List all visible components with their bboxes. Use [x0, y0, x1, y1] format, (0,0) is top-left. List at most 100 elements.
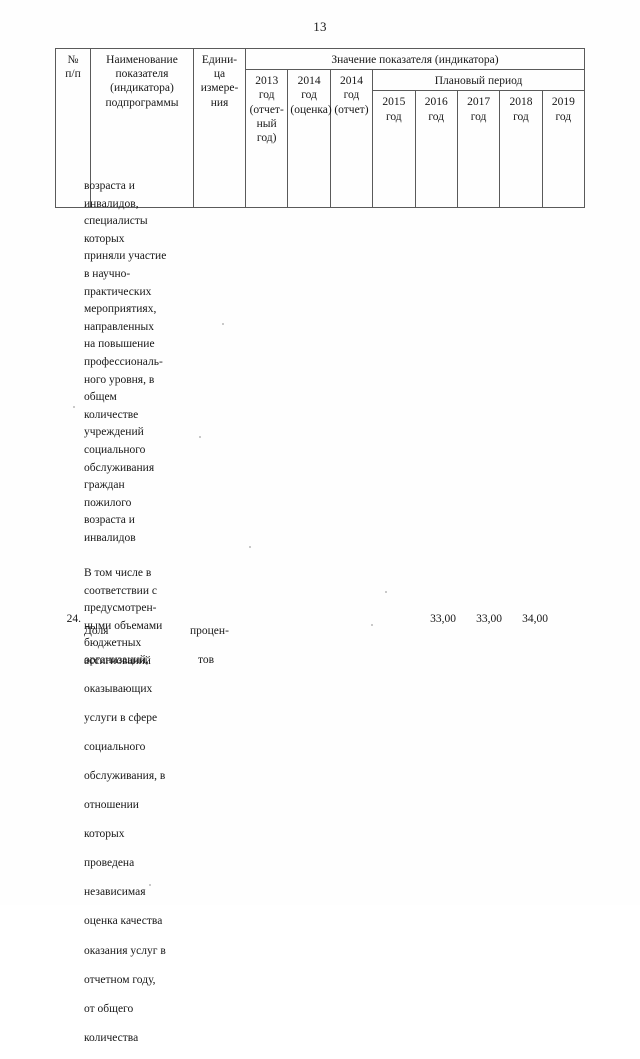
- row-name-line: которых: [84, 828, 125, 841]
- value-2018: 34,00: [522, 613, 548, 625]
- header-indicator-name-line3: (индикатора): [110, 82, 174, 95]
- header-2018-year: 2018: [509, 96, 533, 109]
- row-name-line: от общего: [84, 1002, 134, 1015]
- header-row-number-line2: п/п: [65, 68, 81, 81]
- header-cell-2019: 2019 год: [541, 90, 586, 209]
- continued-line: обслуживания: [84, 461, 155, 474]
- header-2014-rep-line2: год: [343, 89, 360, 102]
- scan-speck: [222, 323, 224, 325]
- row-name-line: организаций,: [84, 653, 149, 666]
- header-2015-suffix: год: [385, 110, 402, 123]
- continued-indicator-text: возраста и инвалидов, специалисты которы…: [84, 178, 180, 671]
- header-indicator-name-line1: Наименование: [106, 54, 178, 66]
- header-2013-line3: (отчет-: [249, 103, 284, 116]
- table-header-row-1: № п/п Наименование показателя (индикатор…: [55, 47, 585, 209]
- continued-line: инвалидов: [84, 531, 136, 544]
- header-2018-suffix: год: [513, 110, 529, 123]
- header-indicator-name-line2: показателя: [115, 68, 169, 81]
- row-name-line: отношении: [84, 799, 139, 812]
- header-2014-est-line1: 2014 год: [297, 75, 321, 102]
- header-indicator-name-line4: подпрограммы: [105, 96, 179, 109]
- table-row-unit: процен- тов: [190, 611, 242, 681]
- header-cell-2015: 2015 год: [372, 90, 416, 209]
- header-cell-2013: 2013 год (отчет- ный год): [244, 69, 289, 209]
- table-row-number: 24.: [66, 613, 81, 625]
- row-name-line: социального: [84, 740, 146, 753]
- header-2013-line4: ный: [256, 117, 277, 130]
- header-2013-line2: год: [258, 89, 275, 102]
- document-page: 13 № п/п Наименование показателя (индика…: [0, 0, 640, 1044]
- header-2015-year: 2015: [382, 96, 406, 109]
- header-cell-plan-period: Плановый период: [372, 69, 585, 92]
- table-row-values: 33,00 33,00 34,00: [420, 611, 585, 629]
- header-unit-line3: измере-: [200, 82, 239, 95]
- header-cell-2016: 2016 год: [414, 90, 458, 209]
- header-cell-2017: 2017 год: [456, 90, 501, 209]
- header-cell-unit: Едини- ца измере- ния: [193, 47, 246, 209]
- header-unit-line1: Едини-: [201, 54, 238, 66]
- continued-line: которых: [84, 232, 125, 245]
- header-2019-suffix: год: [555, 110, 572, 123]
- header-2014-rep-line1: 2014: [339, 75, 363, 88]
- row-name-line: обслуживания, в: [84, 769, 166, 782]
- continued-line: общем: [84, 391, 117, 404]
- row-name-line: оценка качества: [84, 915, 163, 928]
- continued-line: практических: [84, 285, 152, 298]
- scan-speck: [149, 884, 151, 886]
- continued-line: направленных: [84, 320, 155, 333]
- header-unit-line4: ния: [210, 96, 229, 109]
- page-number: 13: [313, 19, 327, 34]
- row-name-line: Доля: [84, 624, 109, 637]
- row-name-line: услуги в сфере: [84, 711, 158, 724]
- continued-line: возраста и: [84, 514, 135, 527]
- header-2014-rep-line3: (отчет): [334, 103, 369, 116]
- scan-speck: [371, 624, 373, 626]
- scan-speck: [385, 591, 387, 593]
- header-2016-suffix: год: [428, 110, 445, 123]
- continued-line: граждан: [84, 479, 125, 492]
- value-2016: 33,00: [430, 613, 456, 625]
- continued-line: инвалидов,: [84, 197, 139, 210]
- header-2017-suffix: год: [470, 110, 487, 123]
- row-name-line: оказывающих: [84, 682, 153, 695]
- header-2013-line1: 2013: [255, 75, 279, 88]
- continued-line: в научно-: [84, 267, 131, 280]
- row-name-line: проведена: [84, 857, 135, 870]
- continued-line: учреждений: [84, 426, 144, 439]
- header-cell-2014-estimate: 2014 год (оценка): [287, 69, 332, 209]
- header-row-number-line1: №: [67, 54, 79, 66]
- continued-line: социального: [84, 443, 146, 456]
- continued-line: возраста и: [84, 180, 135, 192]
- table-row-indicator-name: Доля организаций, оказывающих услуги в с…: [84, 611, 184, 1059]
- continued-line: количестве: [84, 408, 139, 421]
- header-2017-year: 2017: [467, 96, 491, 109]
- row-name-line: независимая: [84, 886, 146, 899]
- continued-line: ного уровня, в: [84, 373, 155, 386]
- scan-speck: [73, 406, 75, 408]
- continued-line: профессиональ-: [84, 355, 163, 368]
- value-2017: 33,00: [476, 613, 502, 625]
- scan-speck: [199, 436, 201, 438]
- row-name-line: количества: [84, 1031, 139, 1044]
- header-2016-year: 2016: [424, 96, 448, 109]
- row-unit-line1: процен-: [190, 624, 229, 637]
- header-2019-year: 2019: [551, 96, 575, 109]
- header-unit-line2: ца: [213, 68, 226, 81]
- continued-line: пожилого: [84, 496, 132, 509]
- budget-note-line: соответствии с: [84, 584, 157, 597]
- continued-line: на повышение: [84, 338, 155, 351]
- header-cell-2014-report: 2014 год (отчет): [329, 69, 374, 209]
- continued-line: мероприятиях,: [84, 303, 157, 316]
- scan-speck: [249, 546, 251, 548]
- row-name-line: отчетном году,: [84, 973, 156, 986]
- header-cell-2018: 2018 год: [499, 90, 543, 209]
- continued-line: приняли участие: [84, 250, 167, 263]
- continued-line: специалисты: [84, 215, 148, 228]
- header-2013-line5: год): [256, 132, 277, 145]
- header-cell-value-group: Значение показателя (индикатора): [245, 47, 585, 71]
- header-2014-est-line2: (оценка): [290, 103, 332, 116]
- row-name-line: оказания услуг в: [84, 944, 166, 957]
- row-unit-line2: тов: [198, 653, 215, 666]
- budget-note-line: В том числе в: [84, 567, 152, 580]
